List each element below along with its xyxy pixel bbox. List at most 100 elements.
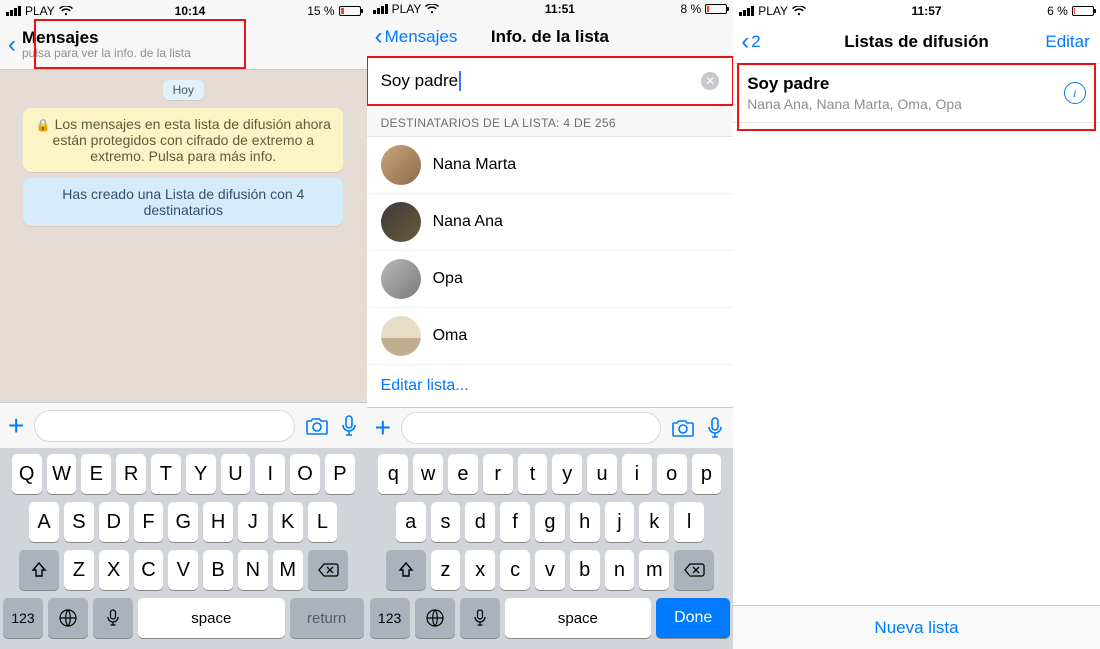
key-r[interactable]: R [116,454,146,494]
space-key[interactable]: space [138,598,285,638]
edit-button[interactable]: Editar [1045,32,1089,52]
key-c[interactable]: C [134,550,164,590]
key-z[interactable]: z [431,550,461,590]
screen-chat: PLAY 10:14 15 % ‹ Mensajes pulsa para ve… [0,0,367,649]
list-name-input[interactable]: Soy padre ✕ [367,57,734,106]
key-b[interactable]: B [203,550,233,590]
edit-list-button[interactable]: Editar lista... [367,365,734,407]
key-y[interactable]: y [552,454,582,494]
key-u[interactable]: U [221,454,251,494]
key-e[interactable]: e [448,454,478,494]
numbers-key[interactable]: 123 [370,598,410,638]
key-x[interactable]: X [99,550,129,590]
key-t[interactable]: t [518,454,548,494]
attach-button[interactable]: + [8,410,24,442]
key-c[interactable]: c [500,550,530,590]
back-button[interactable]: ‹ [8,33,16,57]
nav-subtitle[interactable]: pulsa para ver la info. de la lista [22,47,191,61]
key-m[interactable]: M [273,550,303,590]
dictate-key[interactable] [93,598,133,638]
clock: 10:14 [175,4,206,18]
message-input[interactable] [34,410,294,442]
key-w[interactable]: W [47,454,77,494]
broadcast-list-row[interactable]: Soy padre Nana Ana, Nana Marta, Oma, Opa… [733,64,1100,123]
key-a[interactable]: a [396,502,426,542]
avatar [381,145,421,185]
recipient-row[interactable]: Oma [367,308,734,365]
key-l[interactable]: l [674,502,704,542]
key-s[interactable]: s [431,502,461,542]
key-z[interactable]: Z [64,550,94,590]
back-button[interactable]: ‹ Mensajes [375,25,458,49]
key-f[interactable]: f [500,502,530,542]
key-e[interactable]: E [81,454,111,494]
shift-key[interactable] [19,550,59,590]
key-k[interactable]: k [639,502,669,542]
message-input[interactable] [401,412,661,444]
nav-title[interactable]: Mensajes [22,28,191,48]
key-q[interactable]: q [378,454,408,494]
clear-icon[interactable]: ✕ [701,72,719,90]
space-key[interactable]: space [505,598,652,638]
key-f[interactable]: F [134,502,164,542]
globe-key[interactable] [415,598,455,638]
battery-icon [1072,6,1094,16]
wifi-icon [425,4,439,14]
key-n[interactable]: n [605,550,635,590]
recipient-row[interactable]: Opa [367,251,734,308]
mic-button[interactable] [705,417,725,439]
key-w[interactable]: w [413,454,443,494]
key-i[interactable]: i [622,454,652,494]
key-v[interactable]: V [168,550,198,590]
attach-button[interactable]: + [375,412,391,444]
back-button[interactable]: ‹ 2 [741,30,760,54]
key-b[interactable]: b [570,550,600,590]
key-m[interactable]: m [639,550,669,590]
key-g[interactable]: G [168,502,198,542]
key-o[interactable]: o [657,454,687,494]
done-key[interactable]: Done [656,598,730,638]
key-n[interactable]: N [238,550,268,590]
numbers-key[interactable]: 123 [3,598,43,638]
key-p[interactable]: P [325,454,355,494]
key-p[interactable]: p [692,454,722,494]
mic-button[interactable] [339,415,359,437]
key-l[interactable]: L [308,502,338,542]
key-d[interactable]: D [99,502,129,542]
key-u[interactable]: u [587,454,617,494]
recipient-name: Oma [433,327,468,345]
camera-button[interactable] [671,418,695,438]
return-key[interactable]: return [290,598,364,638]
key-x[interactable]: x [465,550,495,590]
key-v[interactable]: v [535,550,565,590]
key-s[interactable]: S [64,502,94,542]
chat-area[interactable]: Hoy 🔒 Los mensajes en esta lista de difu… [0,70,367,402]
recipient-name: Nana Marta [433,156,517,174]
key-o[interactable]: O [290,454,320,494]
camera-button[interactable] [305,416,329,436]
key-d[interactable]: d [465,502,495,542]
backspace-key[interactable] [674,550,714,590]
shift-key[interactable] [386,550,426,590]
chevron-left-icon: ‹ [8,33,16,57]
key-j[interactable]: j [605,502,635,542]
key-q[interactable]: Q [12,454,42,494]
encryption-notice[interactable]: 🔒 Los mensajes en esta lista de difusión… [23,108,343,172]
key-h[interactable]: h [570,502,600,542]
key-g[interactable]: g [535,502,565,542]
key-k[interactable]: K [273,502,303,542]
key-r[interactable]: r [483,454,513,494]
backspace-key[interactable] [308,550,348,590]
recipient-row[interactable]: Nana Marta [367,137,734,194]
key-t[interactable]: T [151,454,181,494]
key-i[interactable]: I [255,454,285,494]
globe-key[interactable] [48,598,88,638]
key-y[interactable]: Y [186,454,216,494]
recipient-row[interactable]: Nana Ana [367,194,734,251]
key-a[interactable]: A [29,502,59,542]
key-j[interactable]: J [238,502,268,542]
new-list-button[interactable]: Nueva lista [733,605,1100,649]
info-icon[interactable]: i [1064,82,1086,104]
key-h[interactable]: H [203,502,233,542]
dictate-key[interactable] [460,598,500,638]
